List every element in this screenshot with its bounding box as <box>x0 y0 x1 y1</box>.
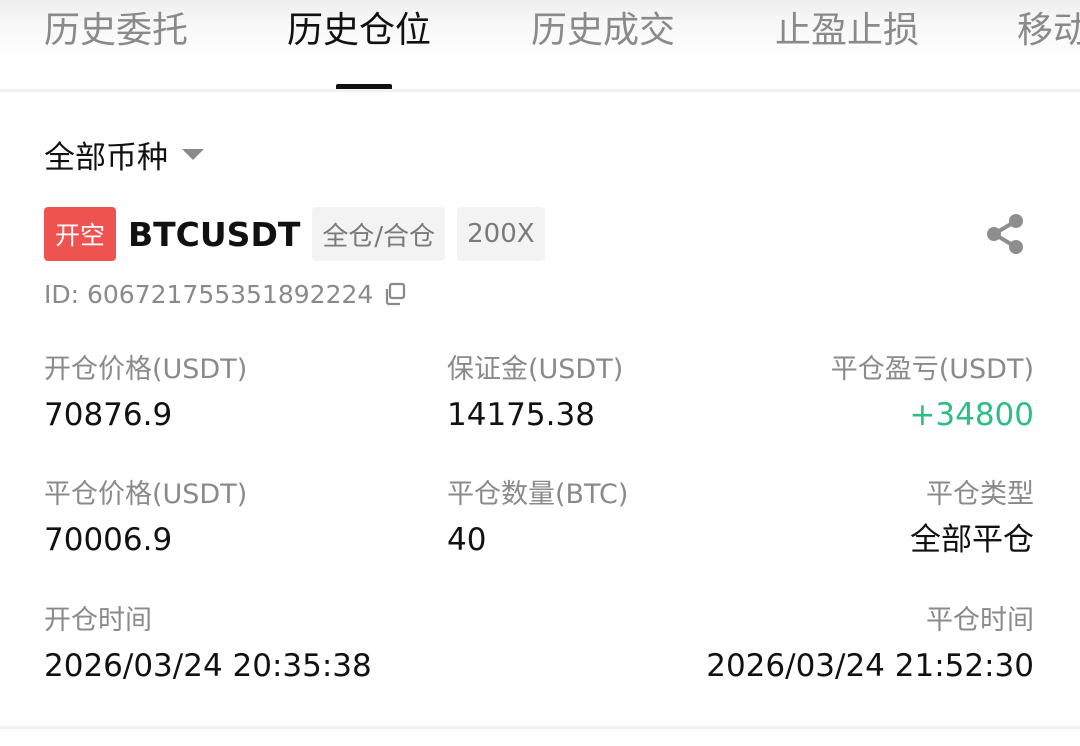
open-price-label: 开仓价格(USDT) <box>44 354 248 385</box>
open-price-value: 70876.9 <box>44 397 173 433</box>
close-time-block: 平仓时间 2026/03/24 21:52:30 <box>706 604 1034 686</box>
close-time-value: 2026/03/24 21:52:30 <box>706 648 1034 684</box>
margin-block: 保证金(USDT) 14175.38 <box>447 353 623 435</box>
open-price-block: 开仓价格(USDT) 70876.9 <box>44 353 247 435</box>
side-badge: 开空 <box>44 207 116 261</box>
close-qty-label: 平仓数量(BTC) <box>447 479 629 510</box>
card-divider <box>0 726 1080 729</box>
share-icon[interactable] <box>982 210 1030 258</box>
margin-value: 14175.38 <box>447 397 595 433</box>
coin-filter-dropdown[interactable]: 全部币种 <box>44 132 204 176</box>
open-time-value: 2026/03/24 20:35:38 <box>44 648 372 684</box>
tab-history-orders[interactable]: 历史委托 <box>44 8 188 54</box>
caret-down-icon <box>182 148 204 160</box>
close-price-block: 平仓价格(USDT) 70006.9 <box>44 478 247 560</box>
symbol-label: BTCUSDT <box>128 214 301 254</box>
copy-icon[interactable] <box>383 282 407 306</box>
close-price-label: 平仓价格(USDT) <box>44 479 248 510</box>
tab-trailing[interactable]: 移动 <box>1017 8 1080 54</box>
open-time-block: 开仓时间 2026/03/24 20:35:38 <box>44 604 372 686</box>
pnl-block: 平仓盈亏(USDT) +34800 <box>831 353 1034 435</box>
pnl-label: 平仓盈亏(USDT) <box>830 354 1034 385</box>
close-qty-value: 40 <box>447 522 487 558</box>
tab-tp-sl[interactable]: 止盈止损 <box>775 8 919 54</box>
active-tab-indicator <box>336 84 392 89</box>
position-header: 开空 BTCUSDT 全仓/合仓 200X <box>44 206 545 262</box>
leverage-tag: 200X <box>457 207 545 261</box>
pnl-value: +34800 <box>909 397 1034 433</box>
margin-label: 保证金(USDT) <box>447 354 624 385</box>
close-type-block: 平仓类型 全部平仓 <box>910 478 1034 560</box>
close-type-value: 全部平仓 <box>910 522 1034 558</box>
coin-filter-label: 全部币种 <box>44 139 168 176</box>
tab-history-trades[interactable]: 历史成交 <box>531 8 675 54</box>
position-id-row: ID: 606721755351892224 <box>44 276 407 312</box>
tab-history-positions[interactable]: 历史仓位 <box>287 8 431 54</box>
close-qty-block: 平仓数量(BTC) 40 <box>447 478 628 560</box>
close-time-label: 平仓时间 <box>926 605 1034 636</box>
close-price-value: 70006.9 <box>44 522 173 558</box>
tab-bar: 历史委托 历史仓位 历史成交 止盈止损 移动 <box>0 0 1080 92</box>
close-type-label: 平仓类型 <box>926 479 1034 510</box>
margin-mode-tag: 全仓/合仓 <box>312 207 446 261</box>
position-id: ID: 606721755351892224 <box>44 279 374 309</box>
open-time-label: 开仓时间 <box>44 605 152 636</box>
